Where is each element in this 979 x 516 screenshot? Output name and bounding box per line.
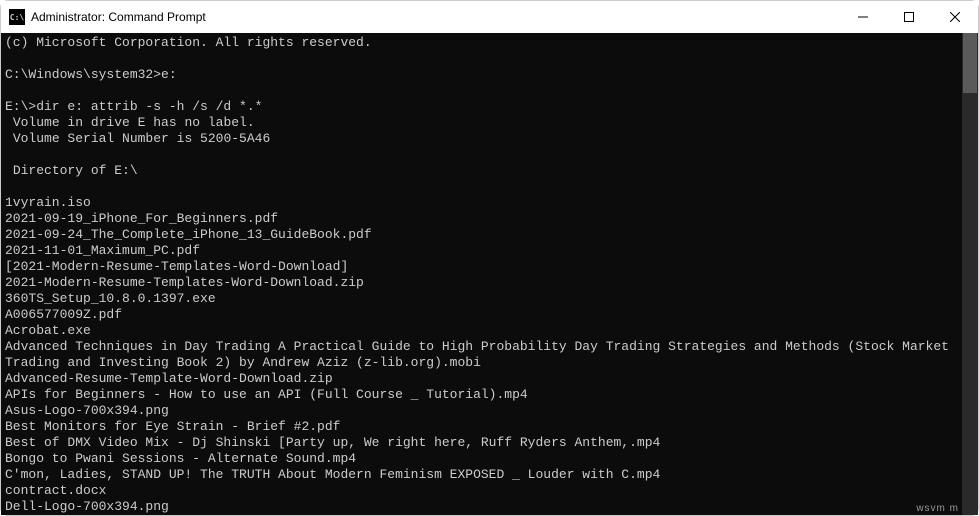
scrollbar-thumb[interactable] <box>963 33 977 93</box>
terminal-line: [2021-Modern-Resume-Templates-Word-Downl… <box>5 259 958 275</box>
terminal-line: Best of DMX Video Mix - Dj Shinski [Part… <box>5 435 958 451</box>
cmd-icon: C:\ <box>9 9 25 25</box>
titlebar: C:\ Administrator: Command Prompt <box>1 1 978 33</box>
terminal-line: Asus-Logo-700x394.png <box>5 403 958 419</box>
terminal-line: 2021-09-19_iPhone_For_Beginners.pdf <box>5 211 958 227</box>
terminal-line: 2021-Modern-Resume-Templates-Word-Downlo… <box>5 275 958 291</box>
maximize-icon <box>904 12 914 22</box>
scrollbar[interactable] <box>962 33 978 515</box>
terminal-line <box>5 147 958 163</box>
close-icon <box>950 12 960 22</box>
terminal-line: Bongo to Pwani Sessions - Alternate Soun… <box>5 451 958 467</box>
terminal-line: 1vyrain.iso <box>5 195 958 211</box>
terminal-line: contract.docx <box>5 483 958 499</box>
terminal-line: C:\Windows\system32>e: <box>5 67 958 83</box>
terminal-line <box>5 179 958 195</box>
terminal-line: A006577009Z.pdf <box>5 307 958 323</box>
terminal-line: Advanced Techniques in Day Trading A Pra… <box>5 339 958 371</box>
terminal-line: Dell-Logo-700x394.png <box>5 499 958 515</box>
minimize-icon <box>858 12 868 22</box>
terminal-wrap: (c) Microsoft Corporation. All rights re… <box>1 33 978 515</box>
window-title: Administrator: Command Prompt <box>31 10 840 24</box>
terminal-output[interactable]: (c) Microsoft Corporation. All rights re… <box>1 33 962 515</box>
terminal-line: E:\>dir e: attrib -s -h /s /d *.* <box>5 99 958 115</box>
maximize-button[interactable] <box>886 1 932 33</box>
minimize-button[interactable] <box>840 1 886 33</box>
window-controls <box>840 1 978 33</box>
terminal-line: Acrobat.exe <box>5 323 958 339</box>
terminal-line: APIs for Beginners - How to use an API (… <box>5 387 958 403</box>
terminal-line: (c) Microsoft Corporation. All rights re… <box>5 35 958 51</box>
terminal-line <box>5 51 958 67</box>
terminal-line: 360TS_Setup_10.8.0.1397.exe <box>5 291 958 307</box>
terminal-line: Volume Serial Number is 5200-5A46 <box>5 131 958 147</box>
watermark: wsvm m <box>916 503 959 514</box>
terminal-line: C'mon, Ladies, STAND UP! The TRUTH About… <box>5 467 958 483</box>
terminal-line: Directory of E:\ <box>5 163 958 179</box>
terminal-line: Best Monitors for Eye Strain - Brief #2.… <box>5 419 958 435</box>
close-button[interactable] <box>932 1 978 33</box>
terminal-line: 2021-09-24_The_Complete_iPhone_13_GuideB… <box>5 227 958 243</box>
terminal-line: 2021-11-01_Maximum_PC.pdf <box>5 243 958 259</box>
terminal-line: Advanced-Resume-Template-Word-Download.z… <box>5 371 958 387</box>
terminal-line: Volume in drive E has no label. <box>5 115 958 131</box>
terminal-line <box>5 83 958 99</box>
